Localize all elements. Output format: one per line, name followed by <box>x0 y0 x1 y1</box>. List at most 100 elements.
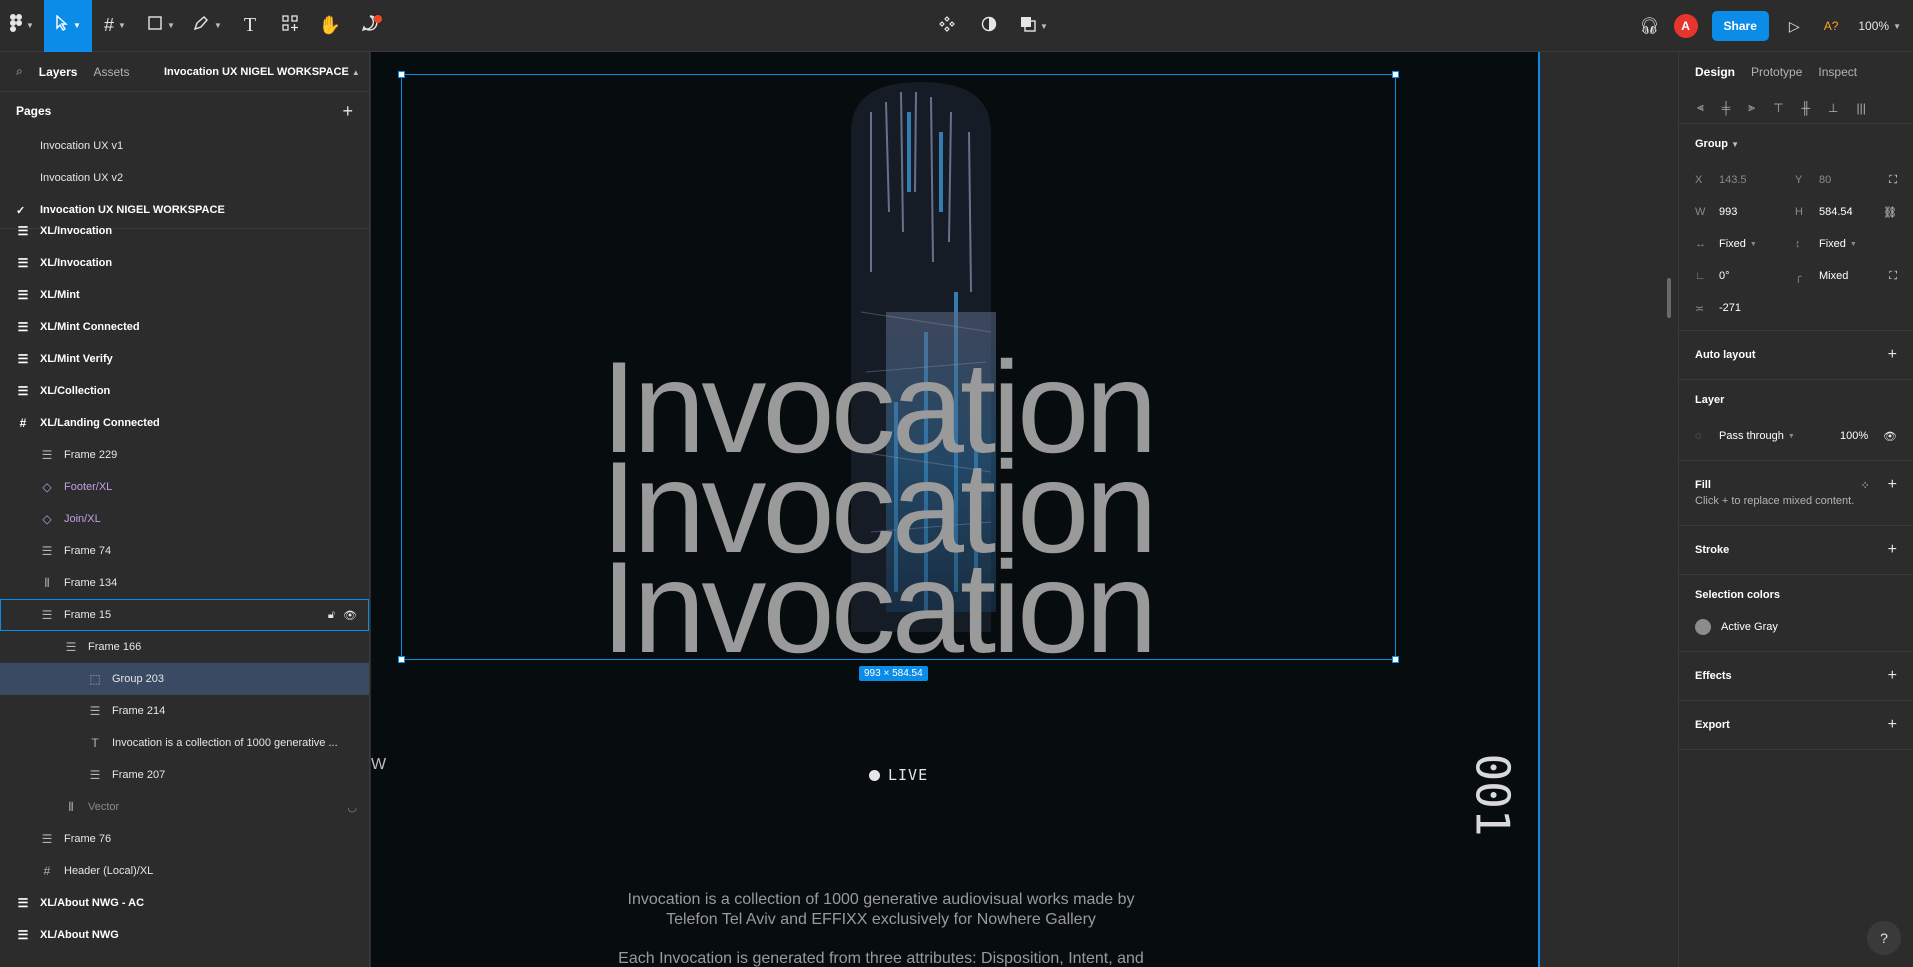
align-right-icon[interactable]: ⫸ <box>1748 100 1755 115</box>
horizontal-resize-icon: ↔ <box>1695 238 1706 250</box>
opacity-field[interactable]: 100% <box>1840 430 1868 442</box>
hand-tool-button[interactable]: ✋ <box>310 0 350 52</box>
comment-tool-button[interactable] <box>350 0 390 52</box>
add-export-icon[interactable]: + <box>1888 716 1897 734</box>
align-top-icon[interactable]: ⊤ <box>1773 101 1783 115</box>
align-bottom-icon[interactable]: ⊥ <box>1828 101 1838 115</box>
layer-row[interactable]: ☰ Frame 214 <box>0 695 369 727</box>
layer-row[interactable]: ☰ XL/Mint <box>0 279 369 311</box>
layer-row[interactable]: ◇ Join/XL <box>0 503 369 535</box>
search-icon[interactable]: ⌕ <box>16 64 23 79</box>
layer-row[interactable]: ☰ Frame 229 <box>0 439 369 471</box>
missing-fonts-indicator[interactable]: A? <box>1824 19 1839 33</box>
independent-corners-icon[interactable]: ⛶ <box>1889 270 1897 283</box>
align-left-icon[interactable]: ⫷ <box>1697 100 1704 115</box>
main-menu-button[interactable]: ▼ <box>0 0 44 52</box>
height-mode-dropdown[interactable]: ↕ Fixed ▼ <box>1795 238 1857 250</box>
resources-icon <box>282 15 298 36</box>
resize-handle-top-right[interactable] <box>1392 71 1399 78</box>
distribute-icon[interactable]: ||| <box>1857 101 1866 115</box>
layer-row[interactable]: ☰ XL/Invocation <box>0 247 369 279</box>
spacing-field[interactable]: ≍ -271 <box>1695 302 1741 315</box>
layer-row[interactable]: ◇ Footer/XL <box>0 471 369 503</box>
canvas-scrollbar[interactable] <box>1667 278 1671 318</box>
headphones-icon[interactable]: 🎧︎ <box>1639 16 1659 36</box>
width-mode-dropdown[interactable]: ↔ Fixed ▼ <box>1695 238 1757 250</box>
unlock-icon[interactable]: 🔓︎ <box>328 609 335 622</box>
eye-icon[interactable]: 👁︎ <box>343 609 357 622</box>
align-horizontal-center-icon[interactable]: ╪ <box>1722 101 1731 115</box>
layer-row[interactable]: ☰ Frame 15 🔓︎ 👁︎ <box>0 599 369 631</box>
layer-row[interactable]: ☰ Frame 166 <box>0 631 369 663</box>
help-button[interactable]: ? <box>1867 921 1901 955</box>
constrain-proportions-icon[interactable]: ⛓︎ <box>1883 206 1897 219</box>
color-swatch[interactable] <box>1695 619 1711 635</box>
rotation-field[interactable]: ∟ 0° <box>1695 270 1730 282</box>
add-stroke-icon[interactable]: + <box>1888 541 1897 559</box>
landing-frame[interactable]: Invocation Invocation Invocation 993 × 5… <box>371 52 1538 967</box>
page-item[interactable]: Invocation UX v2 <box>0 162 369 194</box>
layer-row[interactable]: # XL/Landing Connected <box>0 407 369 439</box>
add-auto-layout-icon[interactable]: + <box>1888 346 1897 364</box>
blend-mode-dropdown[interactable]: ◌ Pass through ▼ <box>1695 430 1795 442</box>
text-tool-button[interactable]: T <box>230 0 270 52</box>
group-type-selector[interactable]: Group ▼ <box>1695 124 1897 164</box>
auto-layout-section: Auto layout + <box>1679 331 1913 380</box>
share-button[interactable]: Share <box>1711 11 1769 41</box>
add-effect-icon[interactable]: + <box>1888 667 1897 685</box>
style-grid-icon[interactable]: ⁘ <box>1860 479 1869 492</box>
current-page-selector[interactable]: Invocation UX NIGEL WORKSPACE ▲ <box>164 66 360 78</box>
component-icon: ◇ <box>42 512 52 526</box>
height-field[interactable]: H 584.54 <box>1795 206 1853 218</box>
constraints-icon[interactable]: ⛶ <box>1889 174 1897 187</box>
layer-row[interactable]: ☰ XL/About NWG <box>0 919 369 951</box>
present-play-icon[interactable]: ▷ <box>1789 18 1800 35</box>
resources-button[interactable] <box>270 0 310 52</box>
frame-tool-button[interactable]: # ▼ <box>92 0 138 52</box>
tab-assets[interactable]: Assets <box>93 65 129 79</box>
resize-handle-bottom-left[interactable] <box>398 656 405 663</box>
hidden-eye-icon[interactable]: ◡ <box>347 801 357 814</box>
eye-icon[interactable]: 👁︎ <box>1883 430 1897 443</box>
width-field[interactable]: W 993 <box>1695 206 1737 218</box>
pen-tool-button[interactable]: ▼ <box>184 0 230 52</box>
add-page-icon[interactable]: + <box>342 101 353 122</box>
layer-row[interactable]: # Header (Local)/XL <box>0 855 369 887</box>
y-field[interactable]: Y 80 <box>1795 174 1831 186</box>
tab-inspect[interactable]: Inspect <box>1818 65 1857 79</box>
move-tool-button[interactable]: ▼ <box>44 0 92 52</box>
layer-row[interactable]: ☰ XL/Mint Connected <box>0 311 369 343</box>
resize-handle-top-left[interactable] <box>398 71 405 78</box>
contrast-mode-button[interactable] <box>972 0 1006 52</box>
tab-design[interactable]: Design <box>1695 65 1735 79</box>
shape-tool-button[interactable]: ▼ <box>138 0 184 52</box>
add-fill-icon[interactable]: + <box>1888 476 1897 494</box>
layer-row[interactable]: ☰ Frame 76 <box>0 823 369 855</box>
page-item[interactable]: Invocation UX v1 <box>0 130 369 162</box>
layer-row[interactable]: ☰ Frame 207 <box>0 759 369 791</box>
tab-layers[interactable]: Layers <box>39 65 78 79</box>
boolean-ops-button[interactable]: ▼ <box>1014 0 1054 52</box>
align-vertical-center-icon[interactable]: ╫ <box>1802 101 1811 115</box>
canvas[interactable]: Invocation Invocation Invocation 993 × 5… <box>371 52 1678 967</box>
layer-row[interactable]: ⦀ Frame 134 <box>0 567 369 599</box>
resize-handle-bottom-right[interactable] <box>1392 656 1399 663</box>
selection-color-item[interactable]: Active Gray <box>1695 615 1897 639</box>
layer-row[interactable]: ☰ XL/Invocation <box>0 215 369 247</box>
layer-row[interactable]: ☰ XL/Mint Verify <box>0 343 369 375</box>
layer-row[interactable]: ☰ Frame 74 <box>0 535 369 567</box>
frame-list-icon: ☰ <box>17 256 29 270</box>
layer-row[interactable]: ☰ XL/About NWG - AC <box>0 887 369 919</box>
components-button[interactable] <box>930 0 964 52</box>
layer-label: Frame 229 <box>64 449 118 461</box>
corner-radius-field[interactable]: ╭ Mixed <box>1795 270 1848 283</box>
selection-bounding-box[interactable] <box>398 71 1399 663</box>
layer-row[interactable]: ⬚ Group 203 <box>0 663 369 695</box>
zoom-dropdown[interactable]: 100% <box>1858 19 1889 33</box>
layer-row[interactable]: ☰ XL/Collection <box>0 375 369 407</box>
layer-row[interactable]: T Invocation is a collection of 1000 gene… <box>0 727 369 759</box>
x-field[interactable]: X 143.5 <box>1695 174 1747 186</box>
layer-row[interactable]: ⫴ Vector ◡ <box>0 791 369 823</box>
tab-prototype[interactable]: Prototype <box>1751 65 1802 79</box>
avatar[interactable]: A <box>1673 14 1698 38</box>
